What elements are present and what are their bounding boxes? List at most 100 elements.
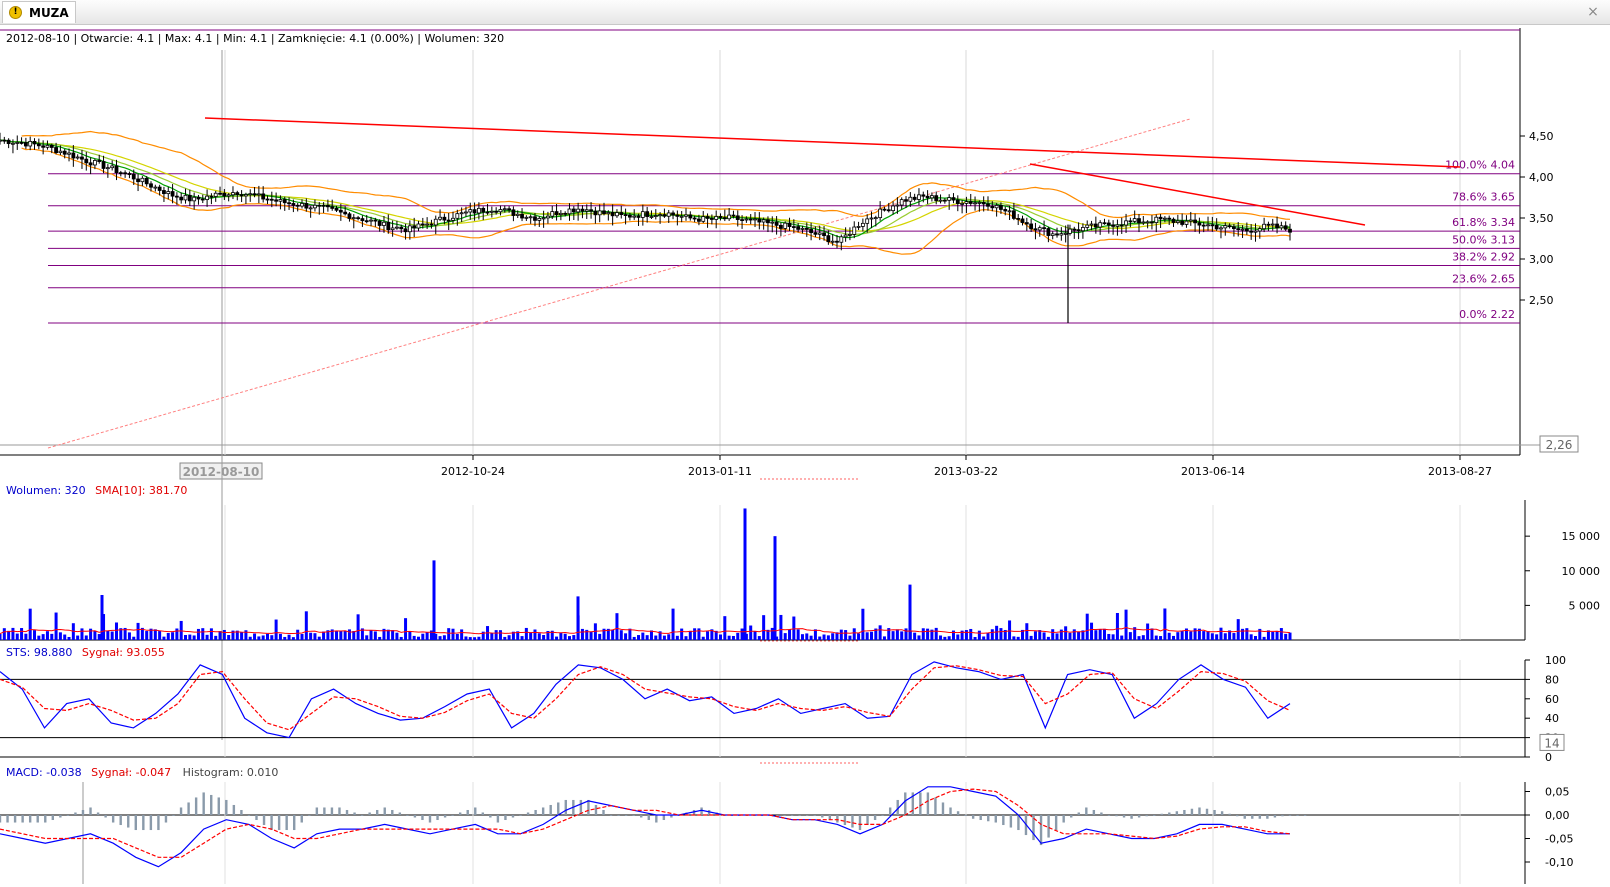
volume-bar — [248, 636, 252, 640]
candle-body — [1063, 232, 1068, 235]
volume-bar — [986, 632, 990, 640]
macd-histogram-bar — [647, 815, 650, 821]
macd-histogram-bar — [66, 815, 70, 816]
volume-bar — [253, 633, 257, 640]
macd-histogram-bar — [458, 812, 462, 815]
price-y-tick-label: 4,50 — [1529, 130, 1554, 143]
volume-bar — [54, 612, 58, 640]
candle-body — [390, 227, 395, 231]
candle-body — [558, 212, 563, 215]
candle-body — [347, 213, 352, 219]
candle-body — [981, 202, 986, 205]
volume-bar — [1128, 632, 1132, 640]
macd-histogram-bar — [1183, 809, 1186, 815]
candle-body — [252, 193, 257, 196]
volume-bar — [395, 632, 399, 640]
candle-body — [308, 207, 313, 210]
candle-body — [610, 212, 615, 217]
close-button[interactable]: × — [1582, 3, 1604, 21]
volume-bar — [1232, 633, 1236, 640]
candle-body — [239, 194, 244, 197]
candle-body — [1257, 228, 1262, 232]
candle-body — [1042, 227, 1046, 230]
volume-bar — [114, 622, 118, 640]
macd-histogram-bar — [1288, 815, 1292, 816]
open-value: 4.1 — [137, 32, 155, 45]
macd-histogram-bar — [994, 815, 997, 823]
volume-bar — [438, 636, 442, 640]
candle-body — [209, 195, 214, 198]
candle-body — [136, 178, 140, 183]
macd-histogram-bar — [790, 815, 794, 816]
candle-body — [162, 190, 166, 195]
candle-body — [830, 240, 835, 243]
volume-bar — [1176, 632, 1180, 640]
candle-body — [420, 223, 425, 226]
candle-body — [973, 202, 977, 205]
candle-body — [45, 144, 50, 148]
macd-histogram-bar — [1266, 815, 1269, 819]
candle-body — [80, 156, 84, 160]
volume-bar — [1202, 631, 1206, 640]
candle-body — [174, 195, 179, 198]
candle-body — [546, 215, 550, 219]
volume-bar — [572, 635, 576, 640]
volume-bar — [792, 616, 796, 640]
macd-histogram-bar — [632, 815, 635, 816]
price-y-tick-label: 4,00 — [1529, 171, 1554, 184]
macd-histogram-bar — [111, 815, 115, 823]
candle-body — [649, 216, 654, 218]
volume-bar — [995, 625, 999, 640]
candle-body — [1219, 227, 1223, 230]
candle-body — [636, 215, 641, 218]
candle-body — [157, 186, 162, 191]
chart-svg[interactable]: 4,50 4,00 3,50 3,00 2,50 2012-10-24 2013-01-11… — [0, 25, 1610, 884]
candle-body — [817, 232, 822, 235]
volume-bar — [1046, 636, 1050, 640]
chart-area[interactable]: 4,50 4,00 3,50 3,00 2,50 2012-10-24 2013-01-11… — [0, 25, 1610, 884]
candle-body — [826, 235, 831, 243]
macd-histogram-bar — [1243, 815, 1246, 819]
volume-bar — [567, 636, 571, 640]
candle-body — [15, 142, 20, 144]
candle-body — [369, 219, 373, 222]
candle-body — [62, 150, 67, 155]
volume-bar — [201, 628, 205, 640]
volume-bar — [1236, 619, 1240, 640]
macd-histogram-bar — [232, 804, 236, 815]
macd-histogram-bar — [1009, 815, 1013, 828]
tab-muza[interactable]: ! MUZA — [2, 1, 76, 23]
candle-body — [11, 142, 15, 145]
macd-histogram-bar — [308, 815, 311, 816]
volume-bar — [857, 633, 861, 640]
candle-body — [860, 222, 865, 227]
candle-body — [856, 226, 861, 228]
volume-bar — [205, 634, 209, 640]
macd-histogram-bar — [255, 815, 258, 821]
volume-bar — [356, 614, 360, 640]
candle-body — [662, 214, 667, 217]
macd-histogram-bar — [534, 809, 537, 815]
candle-body — [1124, 220, 1128, 226]
volume-spike-bar — [743, 508, 747, 640]
volume-bar — [520, 636, 524, 640]
volume-bar — [1241, 628, 1245, 640]
volume-bar — [1262, 636, 1266, 640]
macd-histogram-bar — [1107, 815, 1111, 816]
volume-bar — [145, 631, 149, 640]
candle-body — [627, 214, 632, 218]
candle-body — [796, 226, 801, 230]
macd-histogram-bar — [89, 807, 92, 815]
candle-body — [1167, 217, 1172, 220]
volume-bar — [20, 628, 24, 640]
volume-bar — [317, 636, 321, 640]
volume-bar — [1163, 608, 1167, 640]
macd-histogram-bar — [262, 815, 266, 826]
volume-bar — [188, 634, 192, 640]
candle-body — [28, 141, 33, 147]
candle-body — [222, 192, 227, 197]
volume-bar — [296, 629, 300, 640]
candle-body — [265, 198, 270, 201]
candle-body — [351, 217, 356, 220]
macd-histogram-bar — [51, 815, 55, 821]
